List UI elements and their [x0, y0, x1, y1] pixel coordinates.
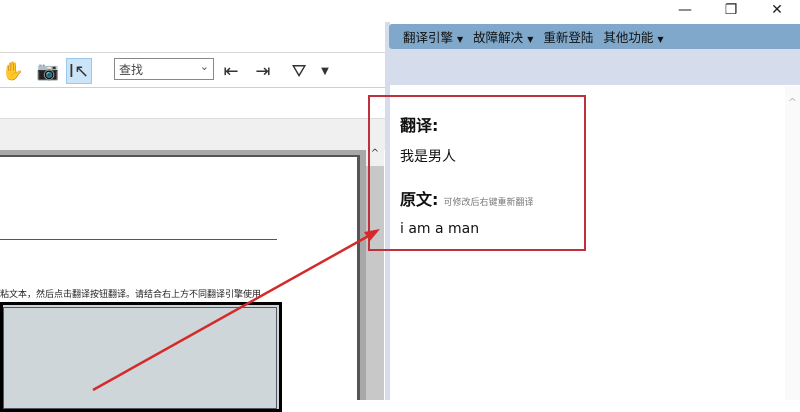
arrow-line	[92, 232, 373, 392]
annotation-arrow	[92, 229, 380, 392]
arrow-head-icon	[364, 229, 380, 241]
